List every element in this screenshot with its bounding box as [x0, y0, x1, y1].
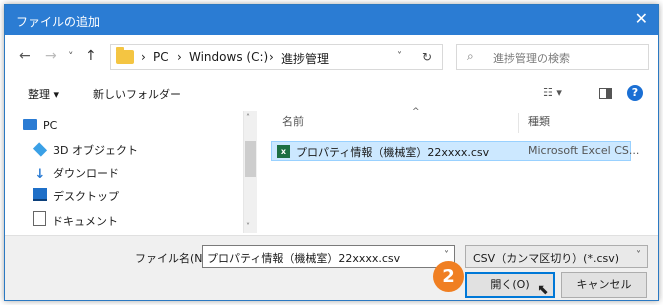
file-type-select[interactable]: CSV（カンマ区切り）(*.csv) ˅	[465, 245, 648, 268]
breadcrumb-pc[interactable]: PC	[153, 50, 169, 64]
tree-item-3d-objects[interactable]: 3D オブジェクト	[32, 142, 138, 158]
chevron-down-icon[interactable]: ˅	[444, 250, 449, 261]
column-header-name[interactable]: 名前	[282, 113, 304, 129]
window-title: ファイルの追加	[16, 15, 101, 29]
command-bar: 整理 ▾ 新しいフォルダー ☷ ▾ ?	[5, 79, 658, 109]
title-bar: ファイルの追加 ✕	[5, 5, 658, 35]
tree-item-documents[interactable]: ドキュメント	[33, 211, 118, 229]
scroll-down-icon[interactable]: ˅	[246, 222, 250, 231]
up-arrow-icon[interactable]: ↑	[85, 48, 97, 64]
folder-icon	[116, 47, 134, 64]
recent-locations-icon[interactable]: ˅	[68, 50, 74, 63]
file-row[interactable]: x プロパティ情報（機械室）22xxxx.csv Microsoft Excel…	[271, 141, 639, 161]
navigation-bar: ← → ˅ ↑ › PC › Windows (C:) › 進捗管理 ˅ ↻ ⌕…	[5, 35, 658, 79]
file-name: プロパティ情報（機械室）22xxxx.csv	[296, 146, 490, 159]
desktop-icon	[33, 188, 47, 201]
filename-input[interactable]: プロパティ情報（機械室）22xxxx.csv ˅	[202, 245, 455, 268]
sort-indicator-icon: ^	[412, 107, 420, 117]
tree-item-pc[interactable]: PC	[23, 119, 57, 132]
excel-csv-icon: x	[277, 145, 290, 158]
document-icon	[33, 211, 46, 226]
filename-label: ファイル名(N):	[135, 252, 211, 265]
help-icon[interactable]: ?	[627, 85, 643, 101]
tree-label: デスクトップ	[53, 190, 119, 203]
preview-pane-icon[interactable]	[599, 88, 612, 99]
breadcrumb-sep-icon: ›	[269, 50, 274, 64]
new-folder-button[interactable]: 新しいフォルダー	[93, 86, 181, 102]
tree-label: ドキュメント	[52, 215, 118, 228]
filename-value: プロパティ情報（機械室）22xxxx.csv	[207, 252, 401, 265]
search-box[interactable]: ⌕ 進捗管理の検索	[456, 44, 649, 70]
search-placeholder: 進捗管理の検索	[493, 52, 570, 65]
search-icon: ⌕	[467, 49, 474, 63]
file-list: 名前 ^ 種類 x プロパティ情報（機械室）22xxxx.csv Microso…	[262, 107, 658, 233]
refresh-icon[interactable]: ↻	[422, 50, 432, 64]
download-arrow-icon: ↓	[34, 167, 46, 182]
tree-label: ダウンロード	[53, 167, 119, 180]
navigation-scrollbar[interactable]: ˄ ˅	[243, 111, 257, 233]
close-icon[interactable]: ✕	[635, 10, 648, 28]
address-dropdown-icon[interactable]: ˅	[397, 51, 402, 62]
breadcrumb-sep-icon: ›	[141, 50, 146, 64]
breadcrumb-sep-icon: ›	[177, 50, 182, 64]
column-header-type[interactable]: 種類	[528, 113, 550, 129]
scrollbar-thumb[interactable]	[245, 141, 256, 177]
breadcrumb-drive[interactable]: Windows (C:)	[189, 50, 268, 64]
breadcrumb-folder[interactable]: 進捗管理	[281, 50, 329, 67]
tree-item-downloads[interactable]: ↓ ダウンロード	[33, 165, 119, 181]
bottom-panel: ファイル名(N): プロパティ情報（機械室）22xxxx.csv ˅ CSV（カ…	[5, 235, 658, 300]
address-bar[interactable]: › PC › Windows (C:) › 進捗管理 ˅ ↻	[110, 44, 443, 70]
tree-item-desktop[interactable]: デスクトップ	[33, 188, 119, 204]
mouse-cursor-icon: ⬉	[537, 282, 549, 298]
cube-icon	[32, 142, 48, 157]
forward-arrow-icon[interactable]: →	[45, 48, 57, 64]
tree-label: PC	[43, 119, 58, 132]
tree-label: 3D オブジェクト	[53, 144, 138, 157]
file-type: Microsoft Excel CS...	[528, 144, 640, 157]
column-divider[interactable]	[518, 113, 519, 133]
back-arrow-icon[interactable]: ←	[19, 48, 31, 64]
chevron-down-icon[interactable]: ˅	[636, 250, 641, 261]
computer-icon	[23, 119, 37, 130]
step-number-badge: 2	[433, 261, 464, 292]
organize-menu[interactable]: 整理 ▾	[28, 86, 59, 102]
file-dialog: ファイルの追加 ✕ ← → ˅ ↑ › PC › Windows (C:) › …	[4, 4, 659, 301]
cancel-button[interactable]: キャンセル	[561, 272, 647, 298]
view-options-icon[interactable]: ☷ ▾	[543, 86, 562, 99]
file-type-value: CSV（カンマ区切り）(*.csv)	[473, 252, 620, 265]
navigation-pane: PC 3D オブジェクト ↓ ダウンロード デスクトップ ドキュメント	[15, 111, 253, 233]
scroll-up-icon[interactable]: ˄	[246, 113, 250, 122]
